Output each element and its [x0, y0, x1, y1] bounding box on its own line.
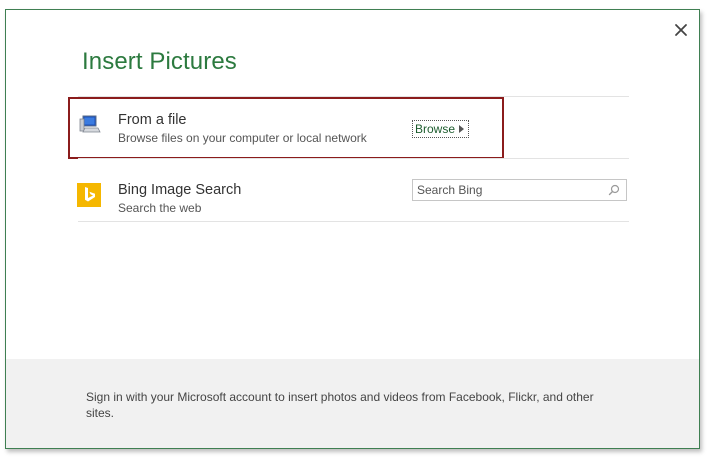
from-file-title: From a file	[118, 112, 187, 128]
bing-search-input[interactable]	[417, 182, 597, 198]
bing-search-subtitle: Search the web	[118, 201, 202, 215]
close-button[interactable]	[673, 22, 689, 38]
from-file-subtitle: Browse files on your computer or local n…	[118, 131, 367, 145]
bing-search-title: Bing Image Search	[118, 182, 242, 198]
separator-bottom	[78, 221, 629, 222]
separator-middle	[78, 158, 629, 159]
bing-search-box[interactable]	[412, 179, 627, 201]
bing-logo-icon	[77, 183, 101, 207]
chevron-right-icon	[459, 125, 465, 133]
insert-pictures-dialog: Insert Pictures From a file Browse files…	[5, 9, 700, 449]
close-icon	[675, 24, 687, 36]
browse-button[interactable]: Browse	[412, 120, 470, 138]
footer-panel: Sign in with your Microsoft account to i…	[6, 359, 699, 448]
browse-label: Browse	[415, 122, 456, 136]
footer-signin-message: Sign in with your Microsoft account to i…	[86, 390, 594, 420]
dialog-title: Insert Pictures	[82, 48, 237, 75]
computer-icon	[78, 113, 102, 137]
search-icon[interactable]	[608, 184, 620, 196]
